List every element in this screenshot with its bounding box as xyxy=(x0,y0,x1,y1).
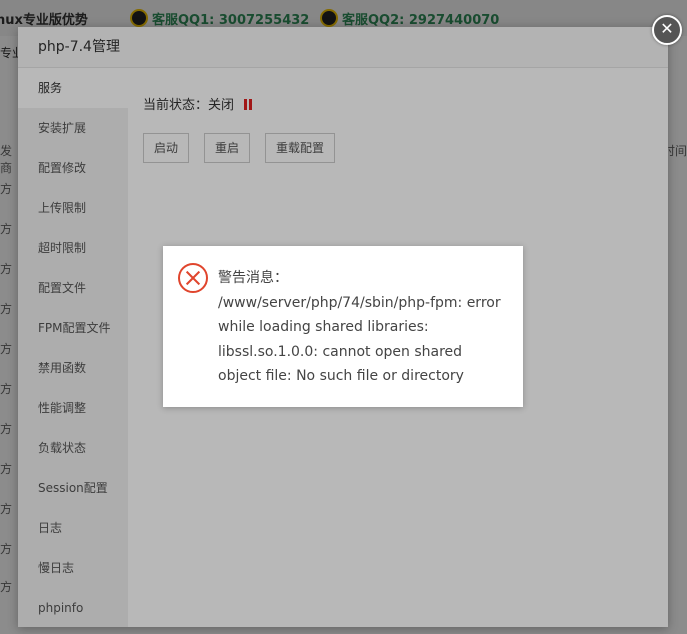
table-row-label: 方 xyxy=(0,302,13,316)
modal-title: php-7.4管理 xyxy=(18,27,668,68)
sidebar-item-config-file[interactable]: 配置文件 xyxy=(18,268,128,308)
sidebar-item-disabled-functions[interactable]: 禁用函数 xyxy=(18,348,128,388)
close-icon[interactable]: ✕ xyxy=(652,15,682,45)
modal-sidebar: 服务 安装扩展 配置修改 上传限制 超时限制 配置文件 FPM配置文件 禁用函数… xyxy=(18,68,128,627)
sidebar-item-load-status[interactable]: 负载状态 xyxy=(18,428,128,468)
sidebar-item-session-config[interactable]: Session配置 xyxy=(18,468,128,508)
error-icon xyxy=(178,263,208,293)
alert-message: 警告消息： /www/server/php/74/sbin/php-fpm: e… xyxy=(218,266,508,389)
sidebar-item-timeout-limit[interactable]: 超时限制 xyxy=(18,228,128,268)
service-status: 当前状态：关闭 xyxy=(143,94,254,114)
brand-text: nux专业版优势 xyxy=(0,13,88,28)
status-label: 当前状态： xyxy=(143,98,209,113)
qq-icon xyxy=(130,9,148,27)
table-row-label: 方 xyxy=(0,502,13,516)
table-row-label: 方 xyxy=(0,262,13,276)
status-value: 关闭 xyxy=(208,98,235,113)
table-row-label: 方 xyxy=(0,182,13,196)
table-row-label: 方 xyxy=(0,580,13,594)
reload-config-button[interactable]: 重载配置 xyxy=(265,133,336,163)
column-header-left: 发商 xyxy=(0,144,13,175)
error-alert: 警告消息： /www/server/php/74/sbin/php-fpm: e… xyxy=(163,246,523,407)
qq-icon xyxy=(320,9,338,27)
sidebar-item-performance-tuning[interactable]: 性能调整 xyxy=(18,388,128,428)
start-button[interactable]: 启动 xyxy=(143,133,190,163)
sidebar-item-service[interactable]: 服务 xyxy=(18,68,128,108)
sidebar-item-phpinfo[interactable]: phpinfo xyxy=(18,588,128,628)
alert-body: /www/server/php/74/sbin/php-fpm: error w… xyxy=(218,294,501,385)
sidebar-item-config-edit[interactable]: 配置修改 xyxy=(18,148,128,188)
table-row-label: 方 xyxy=(0,422,13,436)
table-row-label: 方 xyxy=(0,382,13,396)
table-row-label: 方 xyxy=(0,342,13,356)
qq2-contact[interactable]: 客服QQ2: 2927440070 xyxy=(320,9,499,28)
restart-button[interactable]: 重启 xyxy=(204,133,251,163)
sidebar-item-upload-limit[interactable]: 上传限制 xyxy=(18,188,128,228)
qq1-contact[interactable]: 客服QQ1: 3007255432 xyxy=(130,9,309,28)
sidebar-item-slow-logs[interactable]: 慢日志 xyxy=(18,548,128,588)
stopped-icon xyxy=(244,99,254,114)
sidebar-item-install-extension[interactable]: 安装扩展 xyxy=(18,108,128,148)
sidebar-item-logs[interactable]: 日志 xyxy=(18,508,128,548)
sidebar-item-fpm-config-file[interactable]: FPM配置文件 xyxy=(18,308,128,348)
alert-title: 警告消息： xyxy=(218,270,288,286)
table-row-label: 方 xyxy=(0,542,13,556)
table-row-label: 方 xyxy=(0,462,13,476)
table-row-label: 方 xyxy=(0,222,13,236)
